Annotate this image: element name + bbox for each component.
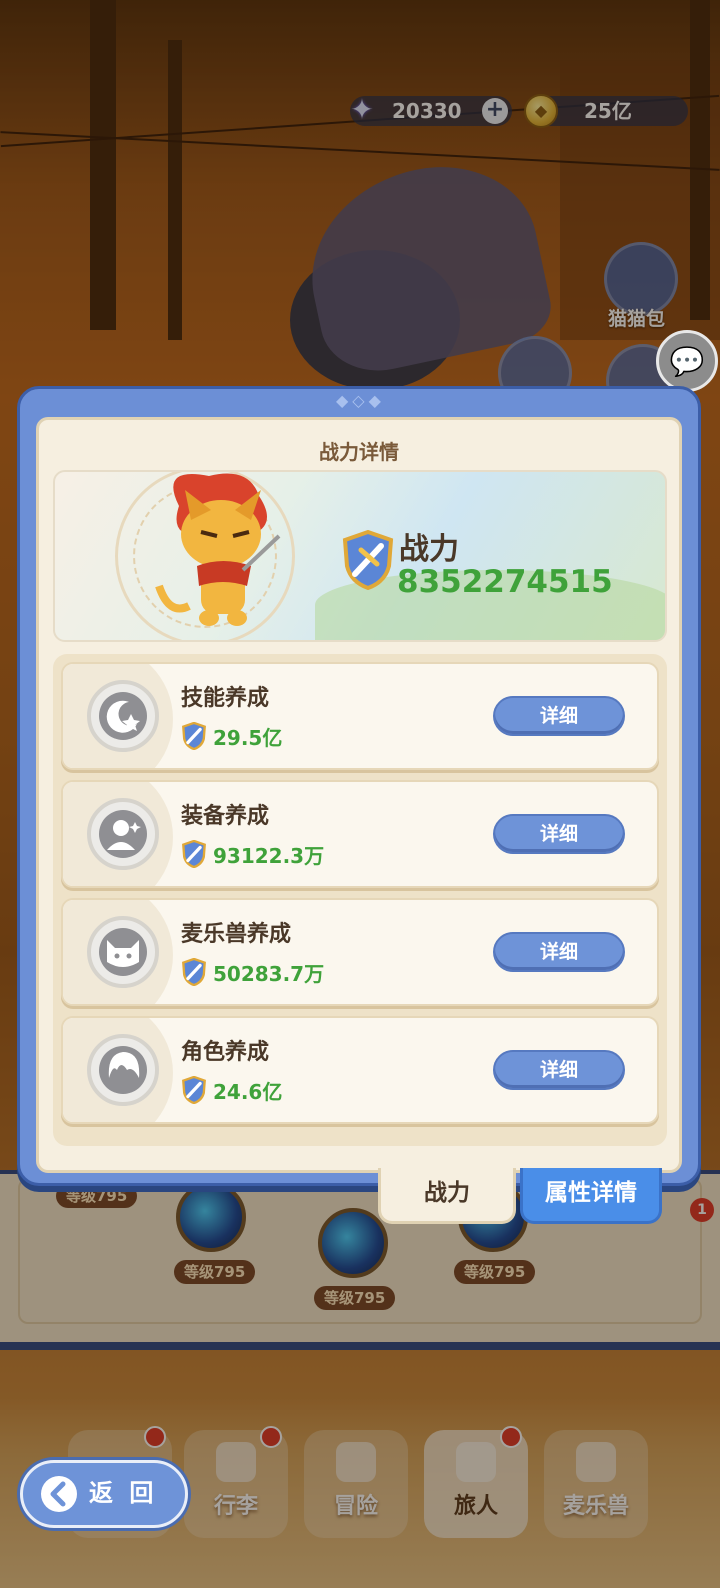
list-item-character: 角色养成 24.6亿 详细	[61, 1016, 659, 1124]
list-item-skill: 技能养成 29.5亿 详细	[61, 662, 659, 770]
detail-button-equipment[interactable]: 详细	[493, 814, 625, 854]
row-power-value: 29.5亿	[213, 726, 283, 750]
tab-power[interactable]: 战力	[378, 1168, 516, 1224]
back-button-label: 返 回	[89, 1479, 158, 1507]
dialog-title: 战力详情	[319, 440, 399, 464]
chat-button[interactable]: 💬	[656, 330, 718, 392]
beast-cat-icon	[87, 916, 159, 988]
detail-button-beast[interactable]: 详细	[493, 932, 625, 972]
dialog-body: 战力详情 战力 8352274515 技能养成 29.5亿 详细 装备养成 93…	[36, 417, 682, 1173]
equipment-figure-icon	[87, 798, 159, 870]
power-shield-icon	[182, 958, 206, 986]
list-item-beast: 麦乐兽养成 50283.7万 详细	[61, 898, 659, 1006]
power-shield-icon	[182, 840, 206, 868]
row-power-value: 93122.3万	[213, 844, 325, 868]
character-head-icon	[87, 1034, 159, 1106]
cat-mascot-icon	[155, 473, 281, 626]
power-breakdown-list: 技能养成 29.5亿 详细 装备养成 93122.3万 详细 麦乐兽养成 502…	[53, 654, 667, 1146]
detail-button-character[interactable]: 详细	[493, 1050, 625, 1090]
row-power-value: 24.6亿	[213, 1080, 283, 1104]
row-title: 装备养成	[181, 804, 270, 829]
back-arrow-icon	[41, 1476, 77, 1512]
power-shield-icon	[342, 530, 394, 590]
chat-bubble-icon: 💬	[669, 344, 705, 378]
row-power-value: 50283.7万	[213, 962, 325, 986]
row-title: 技能养成	[181, 686, 270, 711]
moon-star-icon	[87, 680, 159, 752]
power-shield-icon	[182, 1076, 206, 1104]
tab-attribute-details[interactable]: 属性详情	[520, 1168, 662, 1224]
power-value: 8352274515	[397, 564, 613, 600]
back-button[interactable]: 返 回	[20, 1460, 188, 1528]
power-details-dialog: ◆◇◆ 战力详情 战力 8352274515 技能养成 29.5亿 详细 装备养…	[17, 386, 701, 1186]
power-label: 战力	[399, 532, 459, 567]
detail-button-skill[interactable]: 详细	[493, 696, 625, 736]
power-shield-icon	[182, 722, 206, 750]
power-banner: 战力 8352274515	[53, 470, 667, 642]
row-title: 角色养成	[181, 1040, 270, 1065]
list-item-equipment: 装备养成 93122.3万 详细	[61, 780, 659, 888]
ornament-icon: ◆◇◆	[336, 391, 385, 410]
row-title: 麦乐兽养成	[181, 922, 292, 947]
